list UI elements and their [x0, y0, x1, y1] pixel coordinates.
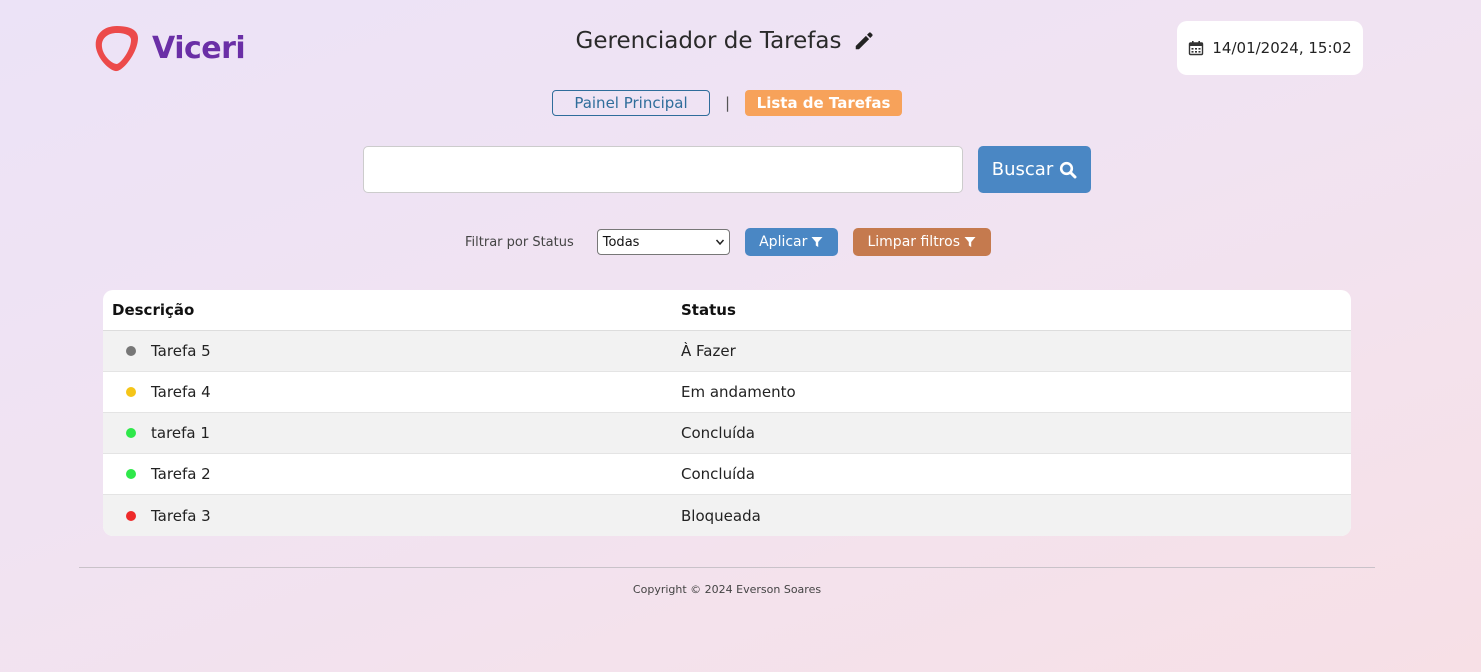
- apply-filter-button[interactable]: Aplicar: [744, 228, 838, 256]
- task-description: Tarefa 4: [151, 383, 211, 401]
- datetime-box: 14/01/2024, 15:02: [1177, 21, 1363, 75]
- table-row[interactable]: Tarefa 2 Concluída: [103, 454, 1351, 495]
- column-header-descricao: Descrição: [112, 301, 195, 319]
- datetime-text: 14/01/2024, 15:02: [1212, 39, 1352, 57]
- table-header: Descrição Status: [103, 290, 1351, 331]
- clear-filters-button[interactable]: Limpar filtros: [852, 228, 991, 256]
- copyright-text: Copyright © 2024 Everson Soares: [632, 583, 822, 596]
- task-description-cell: Tarefa 4: [103, 383, 673, 401]
- filter-bar: Filtrar por Status Todas Aplicar Limpar …: [465, 228, 991, 256]
- search-button-label: Buscar: [991, 159, 1054, 180]
- pencil-icon: [856, 32, 874, 50]
- status-dot-icon: [126, 346, 136, 356]
- task-description-cell: Tarefa 2: [103, 465, 673, 483]
- clear-filters-label: Limpar filtros: [867, 234, 960, 250]
- nav-lista-de-tarefas[interactable]: Lista de Tarefas: [745, 90, 903, 116]
- task-status: À Fazer: [681, 342, 736, 360]
- task-status: Concluída: [681, 465, 755, 483]
- calendar-icon: [1189, 41, 1204, 56]
- task-status: Concluída: [681, 424, 755, 442]
- apply-filter-label: Aplicar: [759, 234, 808, 250]
- task-description: tarefa 1: [151, 424, 210, 442]
- search-button[interactable]: Buscar: [978, 146, 1091, 193]
- task-table: Descrição Status Tarefa 5 À Fazer Tarefa 4…: [103, 290, 1351, 536]
- table-row[interactable]: Tarefa 3 Bloqueada: [103, 495, 1351, 536]
- table-row[interactable]: Tarefa 4 Em andamento: [103, 372, 1351, 413]
- search-input[interactable]: [363, 146, 963, 193]
- task-description-cell: Tarefa 3: [103, 507, 673, 525]
- status-select-value: Todas: [602, 234, 640, 250]
- page-title: Gerenciador de Tarefas: [575, 28, 842, 54]
- nav-separator: |: [725, 94, 731, 112]
- filter-icon: [964, 237, 976, 247]
- table-body: Tarefa 5 À Fazer Tarefa 4 Em andamento taref…: [103, 331, 1351, 536]
- search-icon: [1060, 161, 1077, 178]
- status-dot-icon: [126, 387, 136, 397]
- task-description-cell: Tarefa 5: [103, 342, 673, 360]
- nav-painel-principal[interactable]: Painel Principal: [552, 90, 710, 116]
- main-nav: Painel Principal | Lista de Tarefas: [552, 90, 903, 116]
- status-dot-icon: [126, 428, 136, 438]
- task-description: Tarefa 5: [151, 342, 211, 360]
- task-status: Bloqueada: [681, 506, 761, 525]
- column-header-status: Status: [681, 301, 736, 319]
- task-status: Em andamento: [681, 383, 796, 401]
- filter-label: Filtrar por Status: [465, 234, 574, 250]
- footer-divider: [79, 567, 1375, 568]
- table-row[interactable]: tarefa 1 Concluída: [103, 413, 1351, 454]
- filter-icon: [811, 237, 823, 247]
- task-description: Tarefa 3: [151, 506, 211, 525]
- status-dot-icon: [126, 510, 136, 521]
- table-row[interactable]: Tarefa 5 À Fazer: [103, 331, 1351, 372]
- task-description: Tarefa 2: [151, 465, 211, 483]
- chevron-down-icon: [715, 239, 724, 246]
- task-description-cell: tarefa 1: [103, 424, 673, 442]
- status-select[interactable]: Todas: [596, 229, 730, 255]
- status-dot-icon: [126, 469, 136, 479]
